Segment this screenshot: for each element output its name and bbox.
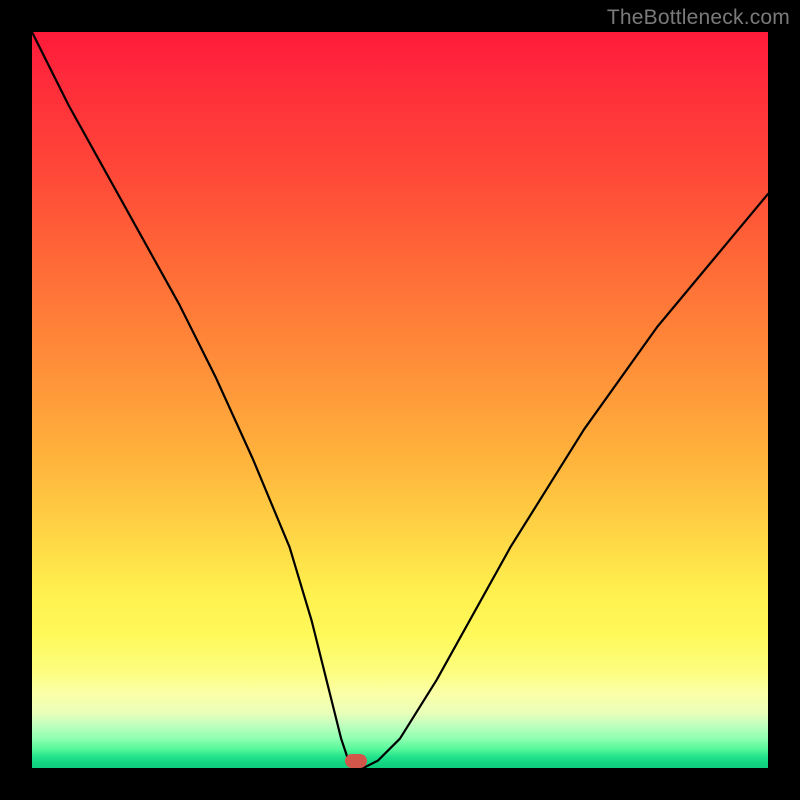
optimum-marker [345,754,367,768]
bottleneck-curve [32,32,768,768]
plot-area [32,32,768,768]
chart-frame: TheBottleneck.com [0,0,800,800]
watermark-label: TheBottleneck.com [607,6,790,30]
